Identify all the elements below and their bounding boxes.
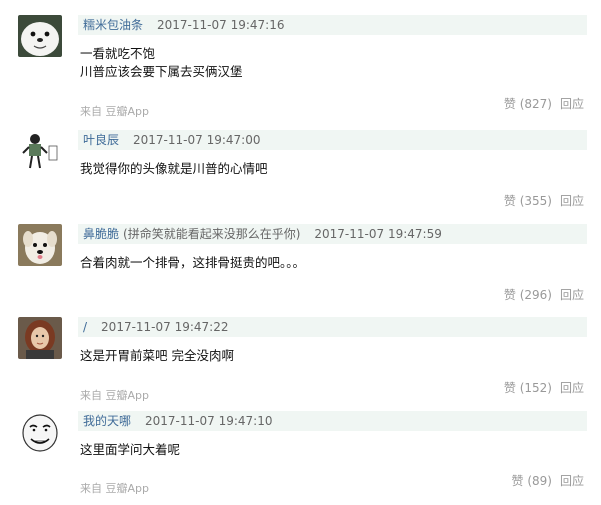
comment-text: 这里面学问大着呢 (80, 441, 580, 459)
comment-actions: 赞 (89) 回应 (512, 472, 584, 489)
comment-text: 合着肉就一个排骨，这排骨挺贵的吧。。。 (80, 254, 580, 272)
comment-header: 鼻脆脆 (拼命笑就能看起来没那么在乎你) 2017-11-07 19:47:59 (78, 224, 587, 244)
white-seal-avatar[interactable] (18, 15, 62, 57)
comment-text: 一看就吃不饱 川普应该会要下属去买俩汉堡 (80, 45, 580, 81)
comment-line: 这是开胃前菜吧 完全没肉啊 (80, 348, 234, 363)
timestamp: 2017-11-07 19:47:22 (101, 320, 229, 334)
comment-item: 叶良辰 2017-11-07 19:47:00 我觉得你的头像就是川普的心情吧 赞… (0, 130, 601, 224)
reply-button[interactable]: 回应 (560, 97, 584, 111)
comment-header: 叶良辰 2017-11-07 19:47:00 (78, 130, 587, 150)
like-button[interactable]: 赞 (827) (504, 97, 552, 111)
username-link[interactable]: / (83, 320, 87, 334)
like-button[interactable]: 赞 (296) (504, 288, 552, 302)
timestamp: 2017-11-07 19:47:10 (145, 414, 273, 428)
username-link[interactable]: 糯米包油条 (83, 18, 143, 32)
comment-line: 这里面学问大着呢 (80, 442, 181, 457)
like-button[interactable]: 赞 (152) (504, 381, 552, 395)
comment-line: 合着肉就一个排骨，这排骨挺贵的吧。。。 (80, 255, 306, 270)
source-prefix: 来自 (80, 482, 102, 495)
comment-actions: 赞 (355) 回应 (504, 192, 584, 209)
source-app-link[interactable]: 豆瓣App (106, 105, 150, 118)
source-app-link[interactable]: 豆瓣App (106, 389, 150, 402)
comment-text: 我觉得你的头像就是川普的心情吧 (80, 160, 580, 178)
comment-item: 糯米包油条 2017-11-07 19:47:16 一看就吃不饱 川普应该会要下属… (0, 15, 601, 118)
source-label: 来自 豆瓣App (80, 480, 149, 496)
timestamp: 2017-11-07 19:47:16 (157, 18, 285, 32)
timestamp: 2017-11-07 19:47:59 (314, 227, 442, 241)
meme-face-avatar[interactable] (18, 411, 62, 453)
source-label: 来自 豆瓣App (80, 103, 149, 119)
comment-line: 川普应该会要下属去买俩汉堡 (80, 64, 243, 79)
woman-portrait-avatar[interactable] (18, 317, 62, 359)
source-prefix: 来自 (80, 389, 102, 402)
comment-actions: 赞 (152) 回应 (504, 379, 584, 396)
comment-header: 我的天哪 2017-11-07 19:47:10 (78, 411, 587, 431)
comment-item: 鼻脆脆 (拼命笑就能看起来没那么在乎你) 2017-11-07 19:47:59 合… (0, 224, 601, 318)
like-button[interactable]: 赞 (355) (504, 194, 552, 208)
comment-line: 我觉得你的头像就是川普的心情吧 (80, 161, 268, 176)
comment-actions: 赞 (827) 回应 (504, 95, 584, 112)
comment-header: / 2017-11-07 19:47:22 (78, 317, 587, 337)
username-link[interactable]: 鼻脆脆 (83, 227, 119, 241)
cartoon-figure-avatar[interactable] (18, 130, 62, 172)
username-link[interactable]: 我的天哪 (83, 414, 131, 428)
reply-button[interactable]: 回应 (560, 474, 584, 488)
like-button[interactable]: 赞 (89) (512, 474, 552, 488)
comment-list: { "comments": [ { "user": "糯米包油条", "sign… (0, 0, 601, 501)
comment-item: 我的天哪 2017-11-07 19:47:10 这里面学问大着呢 来自 豆瓣Ap… (0, 411, 601, 505)
comment-text: 这是开胃前菜吧 完全没肉啊 (80, 347, 580, 365)
comment-header: 糯米包油条 2017-11-07 19:47:16 (78, 15, 587, 35)
timestamp: 2017-11-07 19:47:00 (133, 133, 261, 147)
puppy-avatar[interactable] (18, 224, 62, 266)
source-prefix: 来自 (80, 105, 102, 118)
reply-button[interactable]: 回应 (560, 194, 584, 208)
source-app-link[interactable]: 豆瓣App (106, 482, 150, 495)
source-label: 来自 豆瓣App (80, 387, 149, 403)
username-link[interactable]: 叶良辰 (83, 133, 119, 147)
comment-item: / 2017-11-07 19:47:22 这是开胃前菜吧 完全没肉啊 来自 豆瓣… (0, 317, 601, 411)
comment-line: 一看就吃不饱 (80, 46, 156, 61)
reply-button[interactable]: 回应 (560, 381, 584, 395)
user-signature: (拼命笑就能看起来没那么在乎你) (123, 227, 301, 241)
comment-actions: 赞 (296) 回应 (504, 286, 584, 303)
reply-button[interactable]: 回应 (560, 288, 584, 302)
